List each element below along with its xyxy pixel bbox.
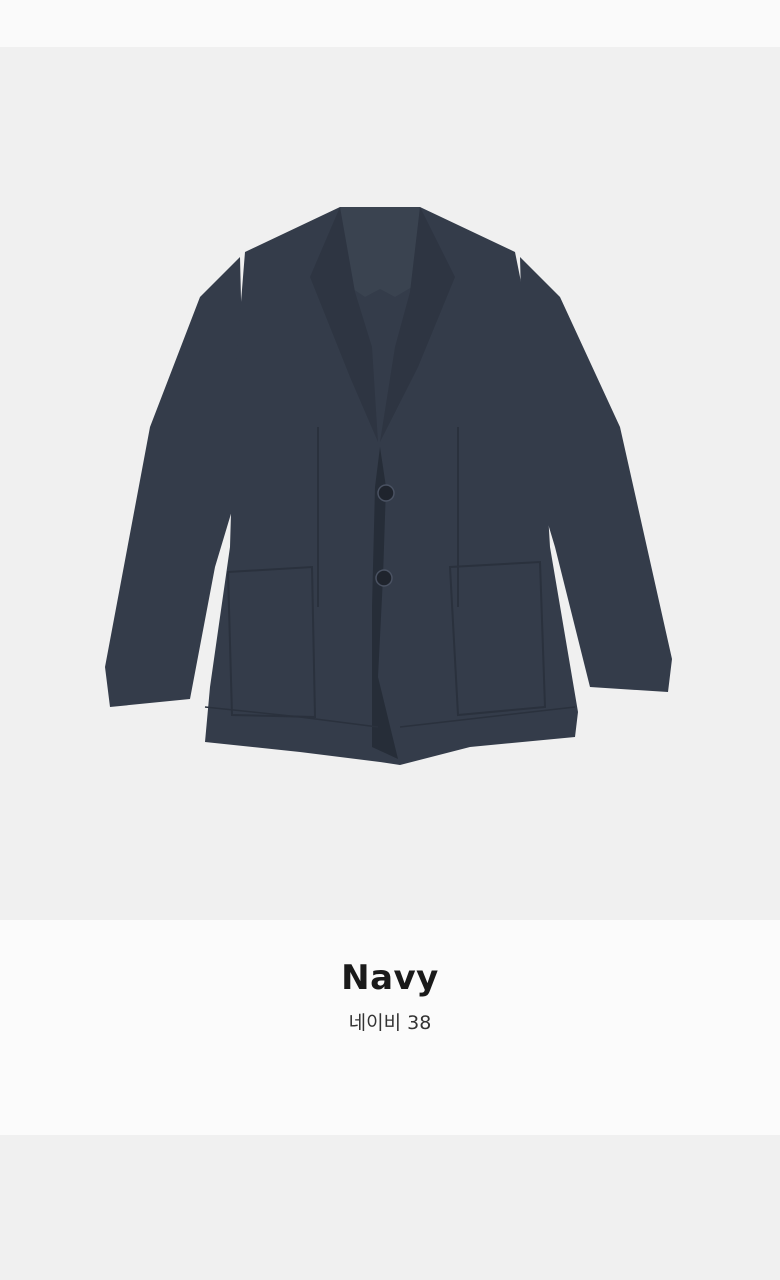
button-top [377, 484, 395, 502]
blazer-image [105, 207, 672, 765]
color-subtitle: 네이비 38 [348, 1012, 432, 1034]
bottom-spacer [0, 1135, 780, 1280]
product-caption: Navy 네이비 38 [0, 920, 780, 1135]
product-photo [0, 47, 780, 920]
top-spacer [0, 0, 780, 47]
color-name: Navy [341, 958, 439, 998]
button-bottom [375, 569, 393, 587]
